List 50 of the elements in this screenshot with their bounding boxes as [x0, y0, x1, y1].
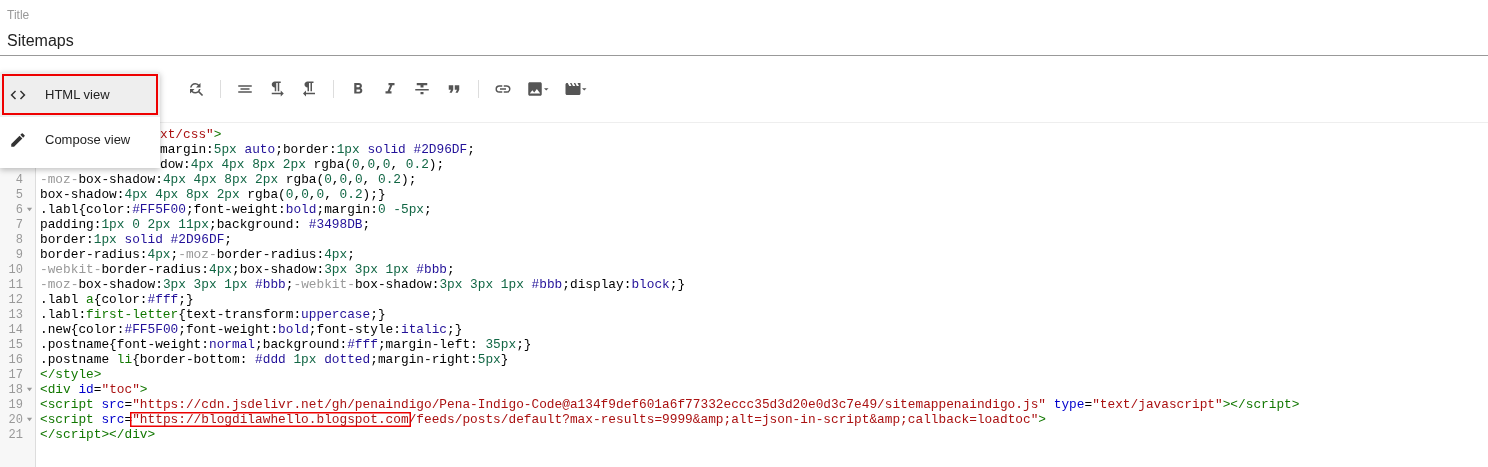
line-number: 18	[8, 382, 23, 397]
code-line: </style>	[39, 367, 102, 382]
code-line: .new{color:#FF5F00;font-weight:bold;font-style:italic;}	[39, 322, 463, 337]
code-line: box-shadow:4px 4px 8px 2px rgba(0,0,0, 0.2);}	[39, 187, 386, 202]
line-number: 14	[8, 322, 23, 337]
line-number: 10	[8, 262, 23, 277]
line-number: 12	[8, 292, 23, 307]
paragraph-rtl-icon[interactable]	[300, 80, 318, 98]
code-line: margin:5px auto;border:1px solid #2D96DF;	[160, 142, 475, 157]
fold-arrow-icon[interactable]	[26, 386, 33, 393]
code-line: .postname{font-weight:normal;background:#fff;margin-left: 35px;}	[39, 337, 532, 352]
code-line: </script></div>	[39, 427, 156, 442]
line-number: 19	[8, 397, 23, 412]
line-number: 11	[8, 277, 23, 292]
title-field[interactable]: Sitemaps	[7, 32, 74, 50]
line-number: 20	[8, 412, 23, 427]
title-label: Title	[7, 8, 30, 22]
fold-arrow-icon[interactable]	[26, 416, 33, 423]
line-number: 4	[15, 172, 23, 187]
line-number: 5	[15, 187, 23, 202]
code-line: <div id="toc">	[39, 382, 148, 397]
line-number: 7	[15, 217, 23, 232]
menu-item[interactable]: HTML view	[0, 72, 160, 117]
line-number: 6	[15, 202, 23, 217]
line-number: 15	[8, 337, 23, 352]
line-number: 9	[15, 247, 23, 262]
code-line: -moz-box-shadow:4px 4px 8px 2px rgba(0,0,0, 0.2);	[39, 172, 417, 187]
code-line: padding:1px 0 2px 11px;background: #3498DB;	[39, 217, 371, 232]
code-line: border:1px solid #2D96DF;	[39, 232, 232, 247]
code-line: border-radius:4px;-moz-border-radius:4px;	[39, 247, 355, 262]
code-line: <script src="https://cdn.jsdelivr.net/gh/penaindigo/Pena-Indigo-Code@a134f9def601a6f77332eccc35d3d20e0d3c7e49/sitemappenaindigo.js" type="text/javascript"></script>	[39, 397, 1300, 412]
code-line: .labl a{color:#fff;}	[39, 292, 194, 307]
pencil-icon	[9, 130, 27, 149]
line-number: 17	[8, 367, 23, 382]
code-line: -webkit-border-radius:4px;box-shadow:3px 3px 1px #bbb;	[39, 262, 455, 277]
line-number: 8	[15, 232, 23, 247]
fold-arrow-icon[interactable]	[26, 206, 33, 213]
code-line: .labl:first-letter{text-transform:uppercase;}	[39, 307, 386, 322]
line-number: 16	[8, 352, 23, 367]
code-line: -moz-box-shadow:3px 3px 1px #bbb;-webkit-box-shadow:3px 3px 1px #bbb;display:block;}	[39, 277, 686, 292]
code-line: .labl{color:#FF5F00;font-weight:bold;margin:0 -5px;	[39, 202, 432, 217]
video-icon[interactable]	[564, 80, 588, 98]
code-line: dow:4px 4px 8px 2px rgba(0,0,0, 0.2);	[160, 157, 445, 172]
line-number: 21	[8, 427, 23, 442]
find-replace-icon[interactable]	[187, 80, 205, 98]
menu-item[interactable]: Compose view	[0, 117, 160, 162]
line-number: 13	[8, 307, 23, 322]
image-icon[interactable]	[526, 80, 550, 98]
code-line: .postname li{border-bottom: #ddd 1px dotted;margin-right:5px}	[39, 352, 509, 367]
code-line: xt/css">	[160, 127, 222, 142]
